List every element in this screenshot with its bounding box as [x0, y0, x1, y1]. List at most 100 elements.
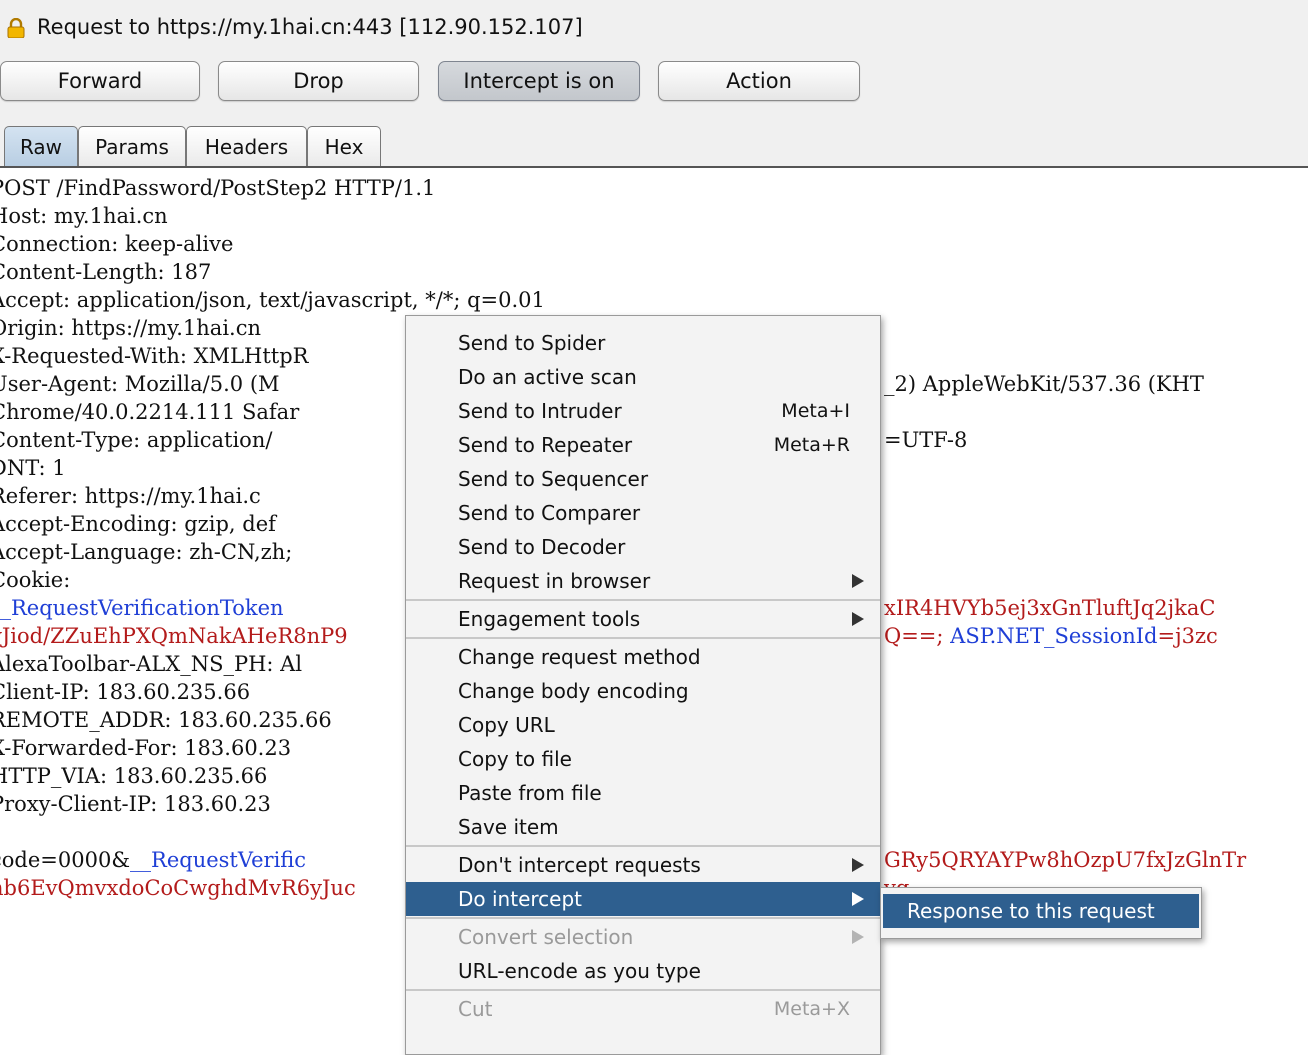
menu-item-label: Paste from file	[458, 781, 602, 805]
menu-item-label: Send to Sequencer	[458, 467, 649, 491]
menu-item-send-to-sequencer[interactable]: Send to Sequencer	[406, 462, 880, 496]
menu-separator	[406, 637, 880, 639]
request-line: POST /FindPassword/PostStep2 HTTP/1.1	[0, 174, 435, 202]
context-menu: Send to Spider Do an active scan Send to I…	[405, 315, 881, 1055]
menu-item-copy-url[interactable]: Copy URL	[406, 708, 880, 742]
request-line-continued: GRy5QRYAYPw8hOzpU7fxJzGlnTr	[884, 846, 1246, 874]
request-text: X-Forwarded-For: 183.60.23	[0, 736, 292, 760]
menu-item-change-body-encoding[interactable]: Change body encoding	[406, 674, 880, 708]
request-text: Accept-Encoding: gzip, def	[0, 512, 276, 536]
menu-item-copy-to-file[interactable]: Copy to file	[406, 742, 880, 776]
menu-item-url-encode-as-you-type[interactable]: URL-encode as you type	[406, 954, 880, 988]
request-line: Content-Length: 187	[0, 258, 211, 286]
menu-separator	[406, 989, 880, 991]
request-line: Content-Type: application/	[0, 426, 272, 454]
request-text: _2) AppleWebKit/537.36 (KHT	[884, 372, 1204, 396]
request-text: REMOTE_ADDR: 183.60.235.66	[0, 708, 332, 732]
menu-separator	[406, 599, 880, 601]
menu-separator	[406, 917, 880, 919]
menu-item-engagement-tools[interactable]: Engagement tools	[406, 602, 880, 636]
action-button[interactable]: Action	[658, 61, 860, 101]
menu-item-label: URL-encode as you type	[458, 959, 701, 983]
request-text: Host: my.1hai.cn	[0, 204, 168, 228]
request-text: POST /FindPassword/PostStep2 HTTP/1.1	[0, 176, 436, 200]
window-title: Request to https://my.1hai.cn:443 [112.9…	[37, 15, 583, 39]
request-text: Origin: https://my.1hai.cn	[0, 316, 262, 340]
menu-item-paste-from-file[interactable]: Paste from file	[406, 776, 880, 810]
request-line: code=0000&__RequestVerific	[0, 846, 306, 874]
tab-hex[interactable]: Hex	[307, 126, 381, 168]
request-text: X-Requested-With: XMLHttpR	[0, 344, 309, 368]
request-line: hb6EvQmvxdoCoCwghdMvR6yJuc	[0, 874, 356, 902]
menu-item-do-an-active-scan[interactable]: Do an active scan	[406, 360, 880, 394]
menu-item-send-to-intruder[interactable]: Send to Intruder Meta+I	[406, 394, 880, 428]
menu-item-send-to-spider[interactable]: Send to Spider	[406, 326, 880, 360]
menu-item-save-item[interactable]: Save item	[406, 810, 880, 844]
request-text: GRy5QRYAYPw8hOzpU7fxJzGlnTr	[884, 848, 1247, 872]
request-text: =j3zc	[1157, 624, 1218, 648]
request-line-continued: xIR4HVYb5ej3xGnTluftJq2jkaC	[884, 594, 1215, 622]
tab-params[interactable]: Params	[78, 126, 186, 168]
request-line: X-Requested-With: XMLHttpR	[0, 342, 308, 370]
window-titlebar: Request to https://my.1hai.cn:443 [112.9…	[0, 0, 1308, 56]
request-text: Q==;	[884, 624, 951, 648]
menu-item-label: Cut	[458, 997, 493, 1021]
menu-item-shortcut: Meta+R	[773, 434, 850, 456]
request-text: __RequestVerific	[130, 848, 307, 872]
submenu-arrow-icon	[852, 930, 864, 944]
request-text: code=0000&	[0, 848, 131, 872]
request-line: Accept: application/json, text/javascrip…	[0, 286, 545, 314]
forward-button[interactable]: Forward	[0, 61, 200, 101]
request-text: Content-Length: 187	[0, 260, 212, 284]
menu-item-label: Change body encoding	[458, 679, 689, 703]
request-line: Accept-Encoding: gzip, def	[0, 510, 276, 538]
request-text: __RequestVerificationToken	[0, 596, 284, 620]
submenu-arrow-icon	[852, 858, 864, 872]
menu-item-send-to-repeater[interactable]: Send to Repeater Meta+R	[406, 428, 880, 462]
request-text: Cookie:	[0, 568, 71, 592]
lock-icon	[7, 18, 25, 38]
menu-item-label: Do intercept	[458, 887, 582, 911]
menu-item-label: Don't intercept requests	[458, 853, 701, 877]
request-line: Proxy-Client-IP: 183.60.23	[0, 790, 271, 818]
menu-item-send-to-comparer[interactable]: Send to Comparer	[406, 496, 880, 530]
menu-item-label: Request in browser	[458, 569, 651, 593]
request-text: Referer: https://my.1hai.c	[0, 484, 261, 508]
menu-item-shortcut: Meta+X	[773, 998, 850, 1020]
request-line: REMOTE_ADDR: 183.60.235.66	[0, 706, 332, 734]
request-text: DNT: 1	[0, 456, 66, 480]
request-line: yJiod/ZZuEhPXQmNakAHeR8nP9	[0, 622, 348, 650]
submenu-arrow-icon	[852, 892, 864, 906]
request-text: hb6EvQmvxdoCoCwghdMvR6yJuc	[0, 876, 356, 900]
submenu-arrow-icon	[852, 612, 864, 626]
request-line-continued: Q==; ASP.NET_SessionId=j3zc	[884, 622, 1218, 650]
menu-item-don-t-intercept-requests[interactable]: Don't intercept requests	[406, 848, 880, 882]
tab-headers[interactable]: Headers	[186, 126, 307, 168]
menu-item-do-intercept[interactable]: Do intercept	[406, 882, 880, 916]
menu-item-label: Change request method	[458, 645, 701, 669]
request-text: Accept-Language: zh-CN,zh;	[0, 540, 293, 564]
request-text: =UTF-8	[884, 428, 968, 452]
request-line: Client-IP: 183.60.235.66	[0, 678, 250, 706]
menu-separator	[406, 845, 880, 847]
menu-item-label: Save item	[458, 815, 559, 839]
menu-item-label: Copy URL	[458, 713, 555, 737]
request-text: AlexaToolbar-ALX_NS_PH: Al	[0, 652, 303, 676]
intercept-toolbar: Forward Drop Intercept is on Action	[0, 56, 1308, 114]
submenu-arrow-icon	[852, 574, 864, 588]
menu-item-request-in-browser[interactable]: Request in browser	[406, 564, 880, 598]
menu-item-response-to-this-request[interactable]: Response to this request	[883, 894, 1199, 928]
menu-item-label: Send to Decoder	[458, 535, 626, 559]
drop-button[interactable]: Drop	[218, 61, 419, 101]
intercept-toggle-button[interactable]: Intercept is on	[438, 61, 640, 101]
menu-item-send-to-decoder[interactable]: Send to Decoder	[406, 530, 880, 564]
menu-item-change-request-method[interactable]: Change request method	[406, 640, 880, 674]
request-line: Chrome/40.0.2214.111 Safar	[0, 398, 299, 426]
menu-item-label: Engagement tools	[458, 607, 641, 631]
request-text: Content-Type: application/	[0, 428, 273, 452]
request-text: Chrome/40.0.2214.111 Safar	[0, 400, 300, 424]
request-line: Connection: keep-alive	[0, 230, 233, 258]
request-line: Accept-Language: zh-CN,zh;	[0, 538, 292, 566]
tab-raw[interactable]: Raw	[4, 126, 78, 168]
menu-item-label: Send to Intruder	[458, 399, 622, 423]
